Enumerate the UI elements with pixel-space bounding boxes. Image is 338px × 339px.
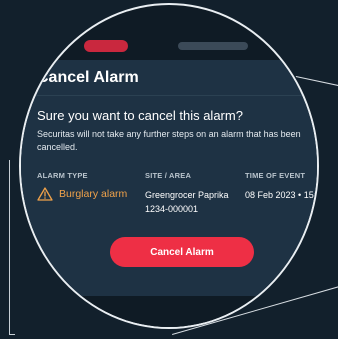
column-header-alarm-type: ALARM TYPE bbox=[37, 171, 88, 180]
cancel-alarm-button[interactable]: Cancel Alarm bbox=[110, 237, 254, 267]
screen: Cancel Alarm Sure you want to cancel thi… bbox=[0, 0, 338, 339]
alarm-type-label: Burglary alarm bbox=[59, 188, 128, 200]
cancel-alarm-dialog: Cancel Alarm Sure you want to cancel thi… bbox=[21, 60, 319, 296]
frame-line-corner bbox=[9, 334, 15, 335]
column-header-time-of-event: TIME OF EVENT bbox=[245, 171, 306, 180]
event-time: 08 Feb 2023 • 15:31 bbox=[245, 190, 319, 200]
column-header-site-area: SITE / AREA bbox=[145, 171, 192, 180]
site-name: Greengrocer Paprika bbox=[145, 190, 229, 200]
alarm-type-value: Burglary alarm bbox=[37, 187, 127, 201]
warning-triangle-icon bbox=[37, 187, 53, 201]
site-id: 1234-000001 bbox=[145, 204, 199, 214]
background-button bbox=[84, 40, 128, 52]
frame-line bbox=[9, 160, 10, 335]
magnifier-lens: Cancel Alarm Sure you want to cancel thi… bbox=[19, 3, 319, 329]
dialog-question: Sure you want to cancel this alarm? bbox=[37, 108, 243, 123]
dialog-divider bbox=[21, 95, 317, 96]
background-below-dialog bbox=[21, 296, 317, 327]
background-label bbox=[178, 42, 248, 50]
dialog-description: Securitas will not take any further step… bbox=[37, 129, 301, 152]
dialog-title: Cancel Alarm bbox=[37, 69, 139, 86]
